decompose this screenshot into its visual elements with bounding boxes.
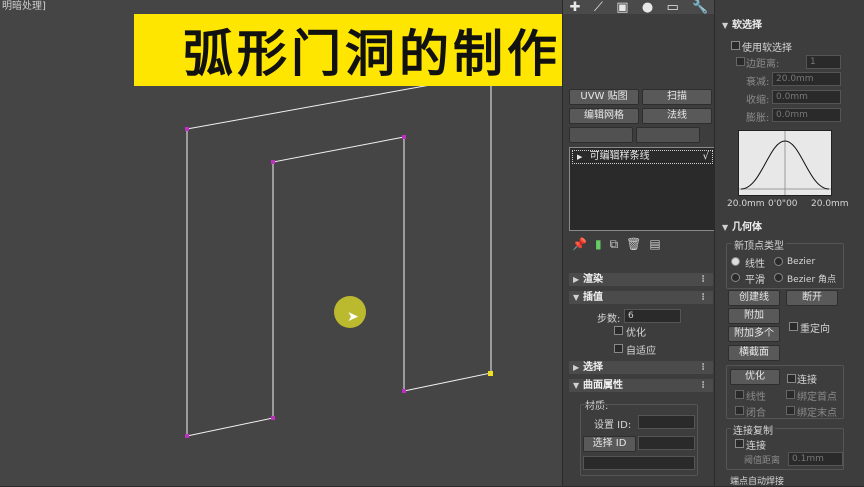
make-unique-icon[interactable]: ⧉ <box>610 237 619 252</box>
material-name-dropdown[interactable] <box>583 456 695 470</box>
vertex[interactable] <box>185 434 189 438</box>
connect-copy-connect-label: 连接 <box>746 441 766 452</box>
bind-last-checkbox[interactable] <box>786 406 795 415</box>
optimize-label: 优化 <box>626 328 646 339</box>
break-button[interactable]: 断开 <box>786 290 838 306</box>
sweep-button[interactable]: 扫描 <box>642 89 712 105</box>
vertex[interactable] <box>271 160 275 164</box>
linear-radio[interactable] <box>731 257 740 266</box>
modify-tab-curve-icon[interactable]: ⟋ <box>594 0 603 15</box>
display-tab-icon[interactable]: ▭ <box>666 0 678 15</box>
linear-label: 线性 <box>745 259 765 270</box>
falloff-curve <box>739 131 831 195</box>
vertex[interactable] <box>185 127 189 131</box>
use-soft-selection-checkbox[interactable] <box>731 41 740 50</box>
attach-multiple-button[interactable]: 附加多个 <box>728 326 780 342</box>
smooth-radio[interactable] <box>731 273 740 282</box>
pin-stack-icon[interactable]: 📌 <box>572 237 587 251</box>
modifier-stack[interactable]: ▶ 可编辑样条线 √ <box>569 147 715 231</box>
connect-copy-checkbox[interactable] <box>735 439 744 448</box>
create-line-button[interactable]: 创建线 <box>728 290 780 306</box>
linear-refine-label: 线性 <box>746 392 766 403</box>
bubble-spinner[interactable]: 0.0mm <box>772 108 841 122</box>
cross-section-button[interactable]: 横截面 <box>728 345 780 361</box>
graph-left-label: 20.0mm <box>727 199 765 209</box>
stack-item-editable-spline[interactable]: ▶ 可编辑样条线 √ <box>572 150 713 164</box>
mouse-pointer-icon: ➤ <box>347 309 359 325</box>
edge-distance-spinner[interactable]: 1 <box>806 55 841 69</box>
expand-triangle-icon[interactable]: ▶ <box>577 153 582 161</box>
remove-modifier-icon[interactable]: 🗑 <box>626 237 641 251</box>
utility-tab-wrench-icon[interactable]: 🔧 <box>692 0 708 15</box>
adaptive-label: 自适应 <box>626 346 656 357</box>
bezier-corner-radio[interactable] <box>774 273 783 282</box>
empty-modifier-button[interactable] <box>636 127 700 143</box>
rollout-soft-selection[interactable]: ▼ 软选择 <box>718 19 858 32</box>
bezier-corner-label: Bezier 角点 <box>787 275 837 285</box>
hierarchy-tab-icon[interactable]: ▣ <box>616 0 628 15</box>
pinch-spinner[interactable]: 0.0mm <box>772 90 841 104</box>
falloff-curve-graph <box>738 130 832 196</box>
steps-spinner[interactable]: 6 <box>624 309 681 323</box>
vertex[interactable] <box>271 416 275 420</box>
bind-last-label: 绑定末点 <box>797 408 837 419</box>
rollout-geometry[interactable]: ▼ 几何体 <box>718 221 858 234</box>
select-id-spinner[interactable] <box>638 436 695 450</box>
rollout-selection[interactable]: ▶ 选择 ⁝ <box>569 361 713 374</box>
motion-tab-sphere-icon[interactable]: ● <box>642 0 653 15</box>
edge-distance-checkbox[interactable] <box>736 57 745 66</box>
adaptive-checkbox[interactable] <box>614 344 623 353</box>
auto-weld-label: 端点自动焊接 <box>730 477 785 487</box>
door-spline[interactable] <box>186 73 492 437</box>
uvw-map-button[interactable]: UVW 贴图 <box>569 89 639 105</box>
graph-mid-label: 0'0"00 <box>768 199 798 209</box>
falloff-label: 衰减: <box>746 77 770 88</box>
bubble-label: 膨胀: <box>746 113 770 124</box>
graph-right-label: 20.0mm <box>811 199 849 209</box>
show-end-result-icon[interactable]: ▮ <box>595 237 602 251</box>
connect-label: 连接 <box>797 375 817 386</box>
pinch-label: 收缩: <box>746 95 770 106</box>
rollout-surface-properties[interactable]: ▼ 曲面属性 ⁝ <box>569 379 713 392</box>
reorient-checkbox[interactable] <box>789 322 798 331</box>
optimize-checkbox[interactable] <box>614 326 623 335</box>
stack-toolbar: 📌 ▮ ⧉ 🗑 ▤ <box>572 236 712 252</box>
set-id-spinner[interactable] <box>638 415 695 429</box>
smooth-label: 平滑 <box>745 275 765 286</box>
refine-button[interactable]: 优化 <box>730 369 780 385</box>
bind-first-label: 绑定首点 <box>797 392 837 403</box>
threshold-spinner[interactable]: 0.1mm <box>788 452 843 466</box>
normal-button[interactable]: 法线 <box>642 108 712 124</box>
use-soft-selection-label: 使用软选择 <box>742 43 792 54</box>
create-tab-plus-icon[interactable]: ✚ <box>570 0 581 15</box>
attach-button[interactable]: 附加 <box>728 308 780 324</box>
edge-distance-label: 边距离: <box>746 59 780 70</box>
first-vertex[interactable] <box>488 371 493 376</box>
vertex[interactable] <box>402 135 406 139</box>
edit-mesh-button[interactable]: 编辑网格 <box>569 108 639 124</box>
select-id-button[interactable]: 选择 ID <box>583 436 636 452</box>
falloff-spinner[interactable]: 20.0mm <box>772 72 841 86</box>
bezier-radio[interactable] <box>774 257 783 266</box>
stack-item-label: 可编辑样条线 <box>589 151 650 162</box>
curve-icon: √ <box>702 151 709 162</box>
set-id-label: 设置 ID: <box>594 420 632 431</box>
empty-modifier-button[interactable] <box>569 127 633 143</box>
vertex[interactable] <box>402 389 406 393</box>
threshold-label: 阈值距离 <box>744 456 781 466</box>
steps-label: 步数: <box>597 314 621 325</box>
configure-sets-icon[interactable]: ▤ <box>649 237 660 251</box>
reorient-label: 重定向 <box>800 324 830 335</box>
bezier-label: Bezier <box>787 257 816 267</box>
connect-copy-label: 连接复制 <box>731 422 775 437</box>
bind-first-checkbox[interactable] <box>786 390 795 399</box>
linear-checkbox[interactable] <box>735 390 744 399</box>
connect-checkbox[interactable] <box>787 374 796 383</box>
new-vertex-type-label: 新顶点类型 <box>732 237 786 252</box>
command-panel-tabs: ✚ ⟋ ▣ ● ▭ 🔧 <box>563 0 715 15</box>
closed-checkbox[interactable] <box>735 406 744 415</box>
rollout-interpolation[interactable]: ▼ 插值 ⁝ <box>569 291 713 304</box>
rollout-render[interactable]: ▶ 渲染 ⁝ <box>569 273 713 286</box>
closed-label: 闭合 <box>746 408 766 419</box>
